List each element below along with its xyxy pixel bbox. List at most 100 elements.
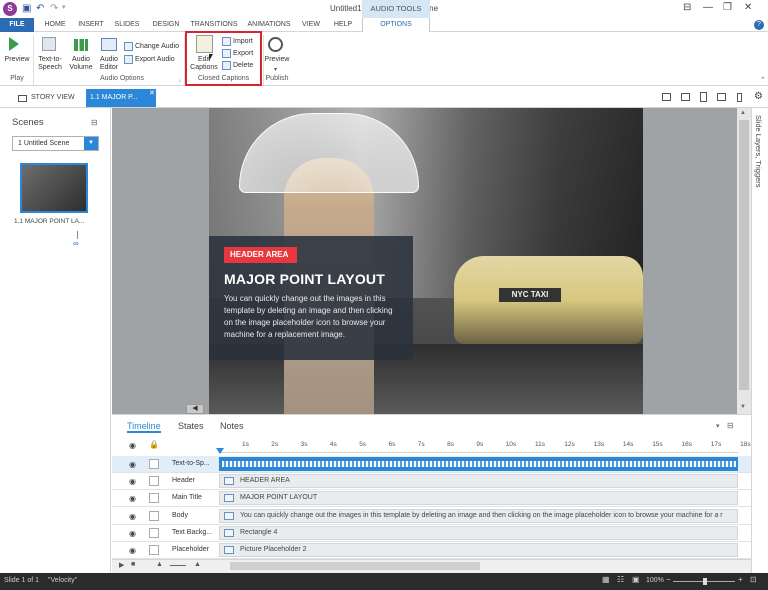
fit-to-window-icon[interactable]: ⊡ [750,575,757,584]
preview-publish-button[interactable]: Preview [262,56,292,64]
timeline-row-name[interactable]: Text-to-Sp... [172,460,210,467]
timeline-horizontal-scrollbar[interactable] [230,562,480,570]
timeline-row-name[interactable]: Body [172,512,188,519]
timeline-object-bar[interactable]: Picture Placeholder 2 [219,543,738,557]
close-icon[interactable]: ✕ [744,2,752,13]
zoom-slider-knob[interactable] [703,578,707,585]
timeline-row-name[interactable]: Header [172,477,195,484]
timeline-object-bar[interactable]: You can quickly change out the images in… [219,509,738,523]
audio-editor-button[interactable]: Audio Editor [95,56,123,72]
stop-icon[interactable]: ■ [131,561,135,568]
tab-file[interactable]: FILE [0,18,34,32]
tablet-portrait-icon[interactable] [700,92,707,102]
zoom-out-timeline-icon[interactable]: ▲ [156,561,163,568]
scrollbar-thumb[interactable] [739,120,749,390]
export-audio-button[interactable]: Export Audio [124,54,175,66]
tab-options[interactable]: OPTIONS [362,18,430,32]
timeline-row-name[interactable]: Main Title [172,494,202,501]
close-tab-icon[interactable]: ✕ [149,89,155,97]
timeline-object-bar[interactable]: Rectangle 4 [219,526,738,540]
tab-transitions[interactable]: TRANSITIONS [187,18,241,32]
timeline-row-name[interactable]: Placeholder [172,546,209,553]
lock-checkbox[interactable] [149,511,159,521]
chevron-down-icon[interactable]: ▼ [84,137,98,150]
ruler-tick-label: 15s [652,441,663,448]
context-tab-group: AUDIO TOOLS [362,0,430,18]
tab-timeline[interactable]: Timeline [127,421,161,433]
zoom-out-icon[interactable]: − [666,575,671,584]
tab-slides[interactable]: SLIDES [110,18,144,32]
ruler-tick-label: 17s [710,441,722,448]
text-to-speech-button[interactable]: Text-to- Speech [34,56,66,72]
trigger-link-icon[interactable]: ∞ [73,239,79,248]
tab-help[interactable]: HELP [329,18,357,32]
reading-view-icon[interactable]: ▣ [632,575,640,584]
normal-view-icon[interactable]: ▦ [602,575,610,584]
audio-volume-button[interactable]: Audio Volume [66,56,96,72]
tab-home[interactable]: HOME [38,18,72,32]
tab-animations[interactable]: ANIMATIONS [241,18,297,32]
timeline-object-label: MAJOR POINT LAYOUT [240,494,318,501]
slide-main-title[interactable]: MAJOR POINT LAYOUT [224,271,385,287]
zoom-in-timeline-icon[interactable]: ▲ [194,561,201,568]
preview-magnifier-icon [268,37,283,52]
help-icon[interactable]: ? [754,20,764,30]
timeline-zoom-slider[interactable] [170,565,186,566]
tab-slide-view[interactable]: 1.1 MAJOR P... [86,89,156,107]
collapse-ribbon-icon[interactable]: ⌃ [760,76,766,84]
scroll-up-icon[interactable]: ▲ [740,110,746,116]
theme-name: "Velocity" [48,577,78,584]
slide-count: Slide 1 of 1 [4,577,40,584]
slide-body-text[interactable]: You can quickly change out the images in… [224,293,396,341]
eye-icon[interactable]: ◉ [129,441,136,450]
chevron-down-icon[interactable]: ▾ [274,66,277,73]
chevron-down-icon[interactable]: ▾ [716,422,720,430]
visibility-eye-icon[interactable]: ◉ [129,494,139,503]
lock-checkbox[interactable] [149,459,159,469]
layers-triggers-label[interactable]: Slide Layers, Triggers [754,115,763,188]
tab-view[interactable]: VIEW [297,18,325,32]
phone-landscape-icon[interactable] [717,93,726,101]
preview-button[interactable]: Preview [2,56,32,64]
timeline-object-bar[interactable]: MAJOR POINT LAYOUT [219,491,738,505]
lock-icon[interactable]: 🔒 [149,440,159,449]
timeline-object-bar[interactable]: HEADER AREA [219,474,738,488]
story-view-icon [18,95,27,102]
change-audio-button[interactable]: Change Audio [124,41,179,53]
visibility-eye-icon[interactable]: ◉ [129,529,139,538]
visibility-eye-icon[interactable]: ◉ [129,477,139,486]
lock-checkbox[interactable] [149,476,159,486]
panel-options-icon[interactable]: ⊟ [91,118,98,127]
play-icon[interactable]: ▶ [119,561,124,569]
tab-design[interactable]: DESIGN [146,18,186,32]
undock-icon[interactable]: ⊟ [727,421,734,430]
ribbon-display-icon[interactable]: ⊟ [683,2,691,13]
ruler-tick-label: 9s [476,441,484,448]
desktop-view-icon[interactable] [662,93,671,101]
visibility-eye-icon[interactable]: ◉ [129,460,139,469]
minimize-icon[interactable]: — [703,2,713,13]
tablet-landscape-icon[interactable] [681,93,690,101]
slide-thumbnail[interactable] [20,163,88,213]
playhead-icon[interactable] [216,448,224,454]
tab-notes[interactable]: Notes [220,421,244,431]
audio-speaker-icon[interactable]: ◀ [186,404,204,414]
tab-story-view[interactable]: STORY VIEW [31,91,75,105]
visibility-eye-icon[interactable]: ◉ [129,546,139,555]
lock-checkbox[interactable] [149,528,159,538]
header-area-label[interactable]: HEADER AREA [224,247,297,263]
tab-insert[interactable]: INSERT [74,18,108,32]
dialog-launcher-icon[interactable]: ⌟ [178,76,181,83]
restore-icon[interactable]: ❐ [723,2,732,13]
lock-checkbox[interactable] [149,493,159,503]
lock-checkbox[interactable] [149,545,159,555]
gear-icon[interactable]: ⚙ [754,91,763,102]
zoom-in-icon[interactable]: + [738,575,743,584]
tab-states[interactable]: States [178,421,204,431]
scroll-down-icon[interactable]: ▼ [740,404,746,410]
group-label-play: Play [10,75,24,82]
visibility-eye-icon[interactable]: ◉ [129,512,139,521]
timeline-row-name[interactable]: Text Backg... [172,529,212,536]
slide-sorter-icon[interactable]: ☷ [617,575,624,584]
phone-portrait-icon[interactable] [737,93,742,102]
